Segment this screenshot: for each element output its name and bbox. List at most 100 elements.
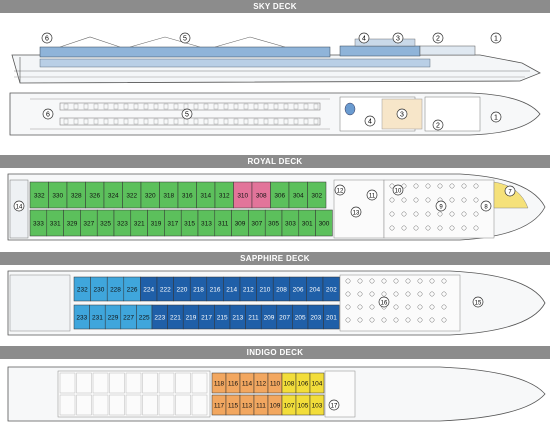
cabin-number: 214 bbox=[226, 287, 237, 294]
cabin: 205 bbox=[292, 304, 309, 330]
cabin-number: 105 bbox=[298, 403, 309, 410]
svg-text:15: 15 bbox=[475, 301, 482, 307]
cabin-number: 210 bbox=[259, 287, 270, 294]
cabin-number: 300 bbox=[319, 221, 330, 228]
cabin: 110 bbox=[267, 372, 283, 394]
cabin: 323 bbox=[113, 209, 132, 237]
cabin: 314 bbox=[196, 181, 216, 209]
cabin: 332 bbox=[29, 181, 49, 209]
cabin: 333 bbox=[29, 209, 48, 237]
cabin-number: 327 bbox=[83, 221, 94, 228]
cabin: 216 bbox=[206, 276, 224, 302]
cabin: 321 bbox=[130, 209, 148, 237]
cabin: 232 bbox=[73, 276, 91, 302]
svg-text:14: 14 bbox=[16, 205, 23, 211]
marker-6-elev: 6 bbox=[41, 32, 53, 44]
cabin-number: 223 bbox=[154, 315, 165, 322]
cabin-number: 331 bbox=[50, 221, 61, 228]
cabin: 115 bbox=[225, 394, 241, 416]
marker-14: 14 bbox=[13, 200, 25, 212]
marker-13: 13 bbox=[350, 206, 362, 218]
cabin-number: 305 bbox=[268, 221, 279, 228]
cabin-number: 231 bbox=[92, 315, 103, 322]
cabin: 211 bbox=[245, 304, 262, 330]
sapphire-deck-plan: 232 230 228 226 224 222 220 218 216 214 212 210 208 2… bbox=[7, 270, 546, 336]
cabin-number: 302 bbox=[311, 193, 322, 200]
cabin: 106 bbox=[295, 372, 311, 394]
cabin-number: 309 bbox=[235, 221, 246, 228]
cabin: 310 bbox=[233, 181, 253, 209]
sapphire-cabins-top-row: 232 230 228 226 224 222 220 218 216 214 212 210 208 2… bbox=[73, 276, 340, 302]
cabin-number: 233 bbox=[76, 315, 87, 322]
svg-text:4: 4 bbox=[368, 119, 372, 126]
cabin-number: 316 bbox=[182, 193, 193, 200]
cabin: 318 bbox=[159, 181, 179, 209]
marker-6-plan: 6 bbox=[42, 108, 54, 120]
cabin: 308 bbox=[251, 181, 271, 209]
cabin: 330 bbox=[48, 181, 68, 209]
cabin-number: 218 bbox=[193, 287, 204, 294]
cabin-number: 208 bbox=[276, 287, 287, 294]
cabin: 107 bbox=[281, 394, 297, 416]
cabin: 217 bbox=[198, 304, 215, 330]
marker-17: 17 bbox=[328, 399, 340, 411]
cabin: 222 bbox=[156, 276, 174, 302]
indigo-cabins-bottom-row: 117 115 113 111 109 107 105 103 bbox=[211, 394, 325, 416]
svg-text:16: 16 bbox=[381, 301, 388, 307]
sky-deck-plans: 6 5 4 3 2 1 6 5 4 3 2 1 bbox=[9, 32, 541, 136]
cabin-number: 319 bbox=[151, 221, 162, 228]
cabin-number: 328 bbox=[71, 193, 82, 200]
marker-2-elev: 2 bbox=[432, 32, 444, 44]
marker-5-plan: 5 bbox=[181, 108, 193, 120]
cabin: 108 bbox=[281, 372, 297, 394]
marker-10: 10 bbox=[392, 184, 404, 196]
cabin: 327 bbox=[80, 209, 98, 237]
royal-cabins-top-row: 332 330 328 326 324 322 320 318 316 314 312 310 308 3… bbox=[29, 181, 327, 209]
cabin-number: 114 bbox=[242, 381, 253, 388]
cabin-number: 318 bbox=[163, 193, 174, 200]
ship-top-plan bbox=[9, 92, 541, 136]
cabin-number: 311 bbox=[218, 221, 229, 228]
svg-text:11: 11 bbox=[369, 194, 376, 200]
cabin: 324 bbox=[103, 181, 123, 209]
cabin: 209 bbox=[260, 304, 278, 330]
marker-2-plan: 2 bbox=[432, 119, 444, 131]
cabin: 322 bbox=[122, 181, 142, 209]
cabin: 309 bbox=[231, 209, 249, 237]
cabin: 229 bbox=[104, 304, 122, 330]
cabin-number: 211 bbox=[248, 315, 259, 322]
cabin-number: 322 bbox=[126, 193, 137, 200]
cabin-number: 220 bbox=[176, 287, 187, 294]
cabin: 113 bbox=[239, 394, 255, 416]
cabin: 219 bbox=[182, 304, 200, 330]
cabin-number: 118 bbox=[214, 381, 225, 388]
svg-text:3: 3 bbox=[400, 112, 404, 119]
marker-3-plan: 3 bbox=[396, 108, 408, 120]
svg-text:5: 5 bbox=[185, 112, 189, 119]
cabin: 306 bbox=[270, 181, 290, 209]
cabin: 212 bbox=[239, 276, 257, 302]
cabin-number: 222 bbox=[160, 287, 171, 294]
cabin-number: 113 bbox=[242, 403, 253, 410]
cabin: 325 bbox=[96, 209, 115, 237]
cabin: 223 bbox=[151, 304, 168, 330]
cabin-number: 212 bbox=[243, 287, 254, 294]
cabin: 320 bbox=[140, 181, 160, 209]
cabin-number: 324 bbox=[108, 193, 119, 200]
cabin-number: 221 bbox=[170, 315, 181, 322]
cabin-number: 115 bbox=[228, 403, 239, 410]
cabin: 303 bbox=[281, 209, 300, 237]
cabin-number: 116 bbox=[228, 381, 239, 388]
marker-7: 7 bbox=[504, 185, 516, 197]
cabin: 300 bbox=[315, 209, 333, 237]
cabin-number: 326 bbox=[89, 193, 100, 200]
cabin-number: 333 bbox=[33, 221, 44, 228]
svg-text:12: 12 bbox=[337, 189, 344, 195]
cabin-number: 110 bbox=[270, 381, 281, 388]
royal-deck-plan: 332 330 328 326 324 322 320 318 316 314 312 310 308 3… bbox=[7, 173, 546, 241]
cabin: 224 bbox=[140, 276, 158, 302]
cabin-number: 304 bbox=[293, 193, 304, 200]
cabin: 201 bbox=[323, 304, 340, 330]
marker-4-elev: 4 bbox=[358, 32, 370, 44]
cabin-number: 217 bbox=[201, 315, 212, 322]
